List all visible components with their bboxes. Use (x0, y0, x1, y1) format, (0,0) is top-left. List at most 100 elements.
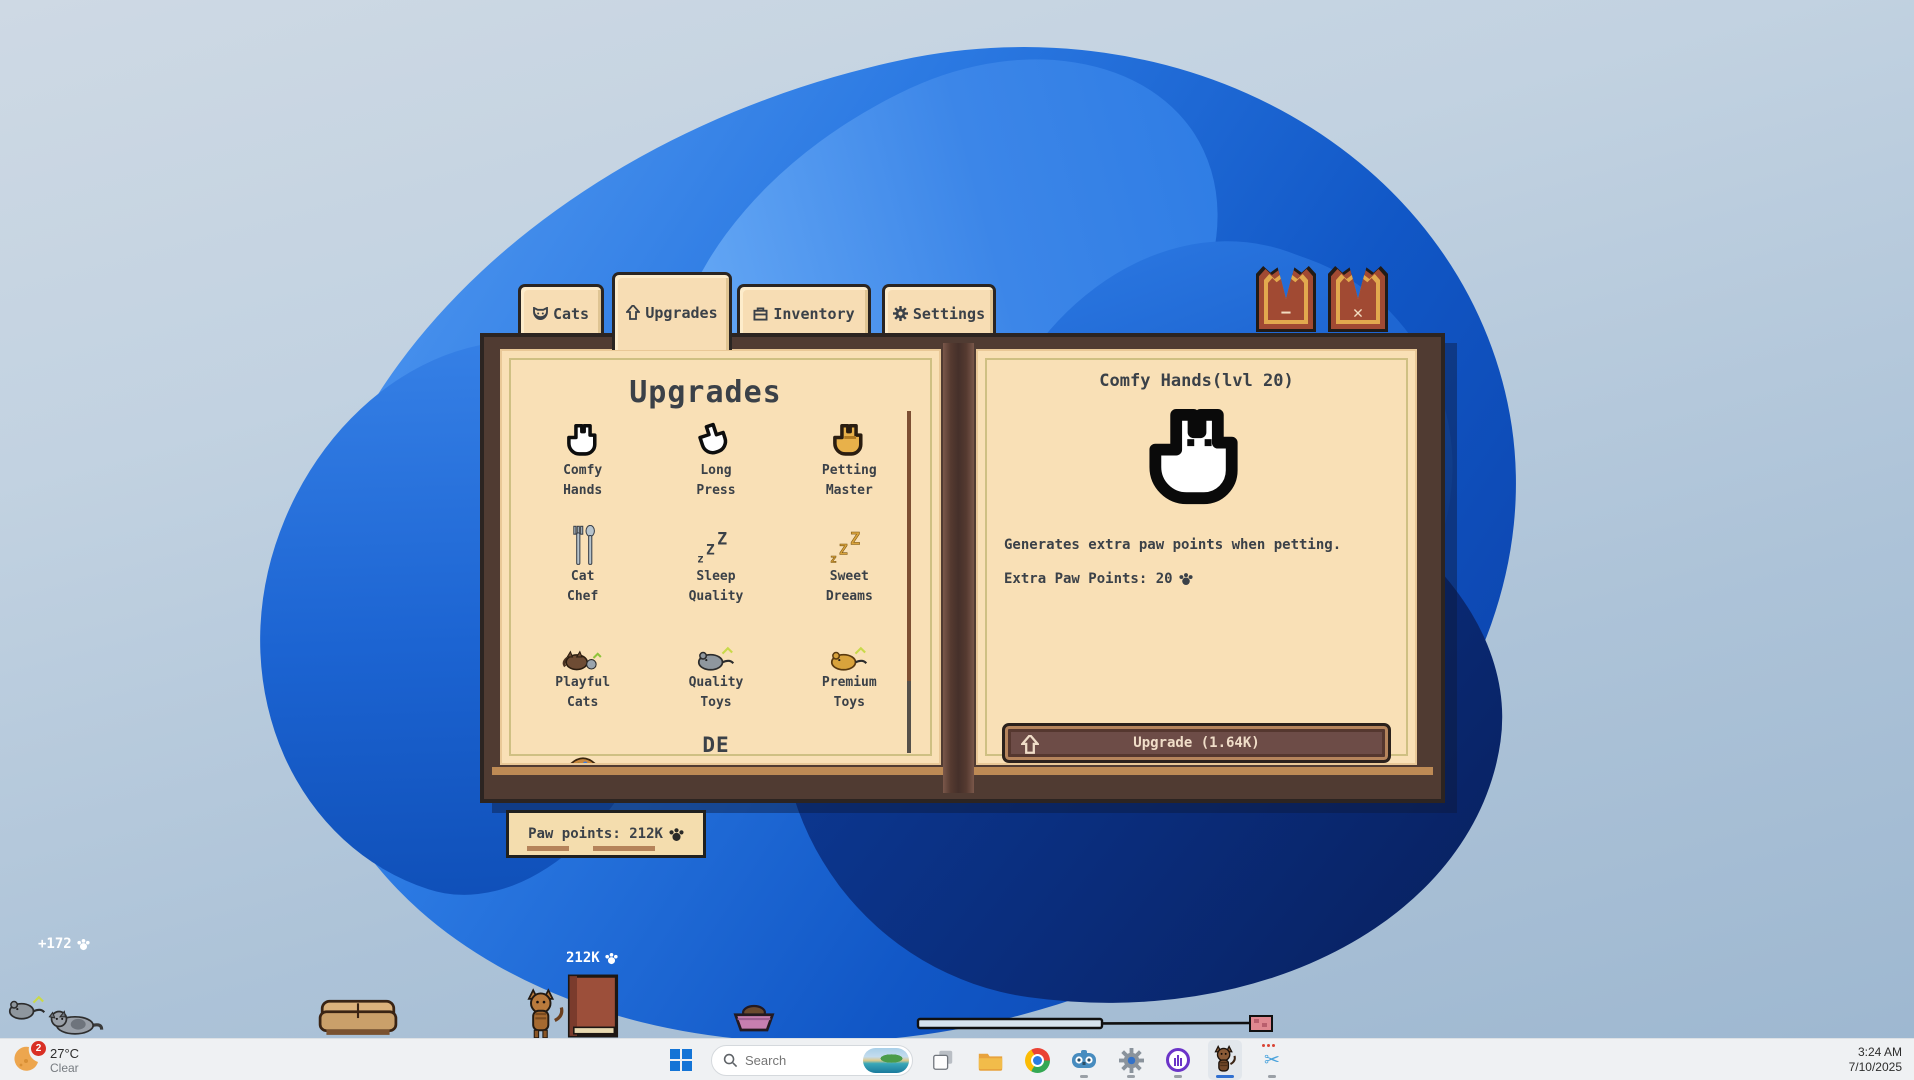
pointing-hand-icon (697, 421, 735, 461)
start-button[interactable] (664, 1040, 698, 1080)
tab-inventory[interactable]: Inventory (737, 284, 871, 340)
snipping-tool-button[interactable]: ✂ (1255, 1040, 1289, 1080)
zzz-gold-icon: zZZ (829, 529, 869, 567)
svg-text:Z: Z (850, 530, 860, 549)
active-app-indicator (1216, 1075, 1234, 1078)
settings-gear-icon (1119, 1048, 1144, 1073)
mouse-toy-gold-icon (827, 645, 871, 673)
svg-text:z: z (830, 552, 837, 565)
utensils-icon (567, 525, 599, 567)
running-indicator (1268, 1075, 1276, 1078)
food-bowl[interactable] (730, 1000, 778, 1036)
cat-game-button[interactable] (1208, 1040, 1242, 1080)
taskbar-clock[interactable]: 3:24 AM 7/10/2025 (1849, 1039, 1902, 1080)
tab-settings[interactable]: Settings (882, 284, 996, 340)
windows-logo-icon (670, 1049, 692, 1071)
weather-condition: Clear (50, 1061, 79, 1075)
tab-upgrades[interactable]: Upgrades (612, 272, 732, 350)
game-window: Upgrades Comfy Hands Long Press Petting … (480, 333, 1445, 803)
gear-icon (893, 306, 908, 321)
weather-widget[interactable]: 2 27°C Clear (12, 1039, 79, 1080)
tab-cats-label: Cats (553, 305, 589, 323)
mouse-toy[interactable] (4, 994, 50, 1022)
upgrade-detail-title: Comfy Hands(lvl 20) (978, 371, 1415, 391)
settings-button[interactable] (1114, 1040, 1148, 1080)
purple-app-button[interactable] (1161, 1040, 1195, 1080)
tab-upgrades-label: Upgrades (645, 304, 717, 322)
file-explorer-icon (977, 1048, 1004, 1072)
upgrade-item-comfy-hands[interactable]: Comfy Hands (516, 415, 649, 521)
upgrade-item-partial[interactable] (516, 733, 649, 765)
taskbar: 2 27°C Clear (0, 1038, 1914, 1080)
file-explorer-button[interactable] (973, 1040, 1007, 1080)
tab-settings-label: Settings (913, 305, 985, 323)
chrome-button[interactable] (1020, 1040, 1054, 1080)
upgrade-item-petting-master[interactable]: Petting Master (783, 415, 916, 521)
upgrade-item-long-press[interactable]: Long Press (649, 415, 782, 521)
upgrades-title: Upgrades (502, 375, 909, 410)
book-spine (943, 343, 974, 793)
paw-icon (605, 952, 618, 965)
upgrade-item-cat-chef[interactable]: Cat Chef (516, 521, 649, 627)
purple-app-icon (1166, 1048, 1190, 1072)
white-hand-icon (564, 421, 602, 461)
paw-points-label: Paw points: 212K (528, 826, 663, 842)
search-input[interactable] (745, 1053, 853, 1068)
search-highlight-image[interactable] (863, 1048, 909, 1073)
clock-date: 7/10/2025 (1849, 1060, 1902, 1075)
weather-badge: 2 (31, 1041, 46, 1056)
cat-with-toy-icon (562, 643, 604, 673)
cat-paw-gain: 212K (566, 950, 618, 966)
minimize-button[interactable]: − (1256, 266, 1316, 332)
gold-hand-icon (830, 421, 868, 461)
upgrade-item-sleep-quality[interactable]: zZZ Sleep Quality (649, 521, 782, 627)
couch[interactable] (318, 994, 398, 1040)
desktop: Cats Upgrades Inventory Settings − ✕ Upg… (0, 0, 1914, 1080)
task-view-icon (931, 1048, 955, 1072)
svg-text:Z: Z (706, 543, 715, 559)
snipping-tool-icon: ✂ (1264, 1049, 1280, 1072)
upgrade-item-quality-toys[interactable]: Quality Toys (649, 627, 782, 733)
upgrade-arrow-icon (1021, 735, 1039, 754)
godot-button[interactable] (1067, 1040, 1101, 1080)
minimize-icon: − (1256, 305, 1316, 322)
task-view-button[interactable] (926, 1040, 960, 1080)
upgrade-item-playful-cats[interactable]: Playful Cats (516, 627, 649, 733)
badge-stitch (593, 846, 655, 851)
box-icon (753, 307, 768, 321)
upgrades-page: Upgrades Comfy Hands Long Press Petting … (500, 349, 941, 765)
badge-stitch (527, 846, 569, 851)
svg-text:Z: Z (717, 530, 727, 549)
cat-face-icon (533, 307, 548, 320)
tab-cats[interactable]: Cats (518, 284, 604, 340)
upgrade-item-premium-toys[interactable]: Premium Toys (783, 627, 916, 733)
upgrade-grid: Comfy Hands Long Press Petting Master Ca… (516, 415, 916, 765)
search-icon (723, 1053, 738, 1068)
orange-cat[interactable] (524, 988, 564, 1040)
comfy-hands-large-icon (978, 401, 1415, 519)
upgrade-item-sweet-dreams[interactable]: zZZ Sweet Dreams (783, 521, 916, 627)
close-button[interactable]: ✕ (1328, 266, 1388, 332)
weather-temperature: 27°C (50, 1046, 79, 1061)
brown-book[interactable] (566, 974, 620, 1038)
paw-gain-indicator: +172 (38, 936, 90, 952)
close-icon: ✕ (1328, 305, 1388, 322)
detail-page: Comfy Hands(lvl 20) Generates extra paw … (976, 349, 1417, 765)
upgrade-item-partial-label[interactable]: DE (649, 733, 782, 765)
running-indicator (1080, 1075, 1088, 1078)
scrollbar-thumb[interactable] (907, 681, 911, 753)
gray-cat[interactable] (46, 1004, 104, 1036)
tab-inventory-label: Inventory (773, 305, 854, 323)
cat-game-icon (1212, 1045, 1238, 1075)
upgrade-button[interactable]: Upgrade (1.64K) (1002, 723, 1391, 763)
godot-icon (1071, 1048, 1097, 1072)
paw-points-badge: Paw points: 212K (506, 810, 706, 858)
search-box[interactable] (711, 1045, 913, 1076)
wand-toy[interactable] (916, 1014, 1276, 1034)
upgrade-stat-line: Extra Paw Points: 20 (1004, 571, 1193, 587)
zzz-dark-icon: zZZ (696, 529, 736, 567)
taskbar-center: ✂ (664, 1039, 1289, 1080)
food-bowl-palette-icon (566, 755, 600, 765)
upgrades-scrollbar[interactable] (907, 411, 911, 753)
mouse-toy-gray-icon (694, 645, 738, 673)
